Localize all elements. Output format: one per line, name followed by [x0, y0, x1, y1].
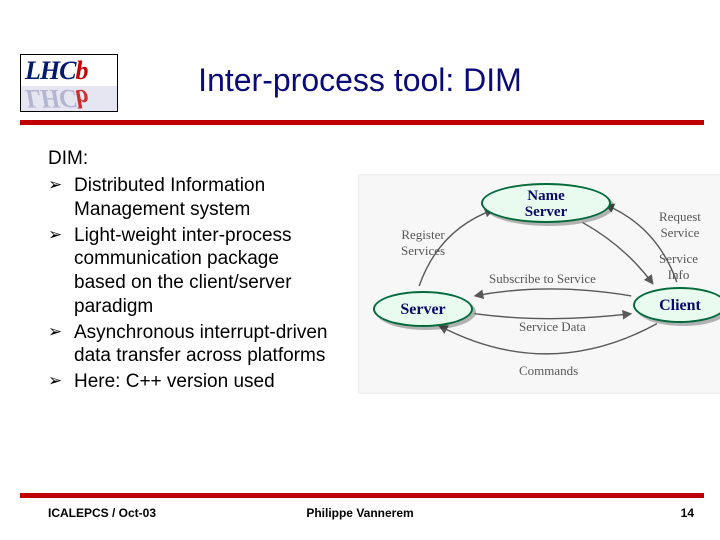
divider-top — [20, 120, 704, 125]
list-item: Distributed Information Management syste… — [48, 174, 328, 222]
list-item: Here: C++ version used — [48, 370, 328, 394]
intro-label: DIM: — [48, 148, 700, 170]
label-commands: Commands — [519, 363, 578, 379]
list-item: Asynchronous interrupt-driven data trans… — [48, 321, 328, 369]
label-subscribe: Subscribe to Service — [489, 271, 596, 287]
label-service-info: Service Info — [659, 251, 698, 283]
footer: ICALEPCS / Oct-03 Philippe Vannerem 14 — [0, 506, 720, 528]
node-server: Server — [373, 291, 473, 327]
node-client: Client — [633, 287, 720, 323]
label-service-data: Service Data — [519, 319, 586, 335]
label-request-service: Request Service — [659, 209, 701, 241]
footer-center: Philippe Vannerem — [0, 506, 720, 520]
slide: LHCb LHCb Inter-process tool: DIM DIM: D… — [0, 0, 720, 540]
list-item: Light-weight inter-process communication… — [48, 224, 328, 319]
bullet-list: Distributed Information Management syste… — [48, 174, 328, 394]
label-register-services: Register Services — [401, 227, 445, 259]
slide-title: Inter-process tool: DIM — [0, 62, 720, 99]
dim-diagram: Name Server Server Client Register Servi… — [358, 174, 720, 394]
divider-bottom — [20, 493, 704, 498]
slide-body: DIM: Distributed Information Management … — [48, 148, 700, 460]
header: LHCb LHCb Inter-process tool: DIM — [0, 0, 720, 118]
footer-right: 14 — [681, 506, 694, 520]
node-name-server: Name Server — [481, 183, 611, 223]
